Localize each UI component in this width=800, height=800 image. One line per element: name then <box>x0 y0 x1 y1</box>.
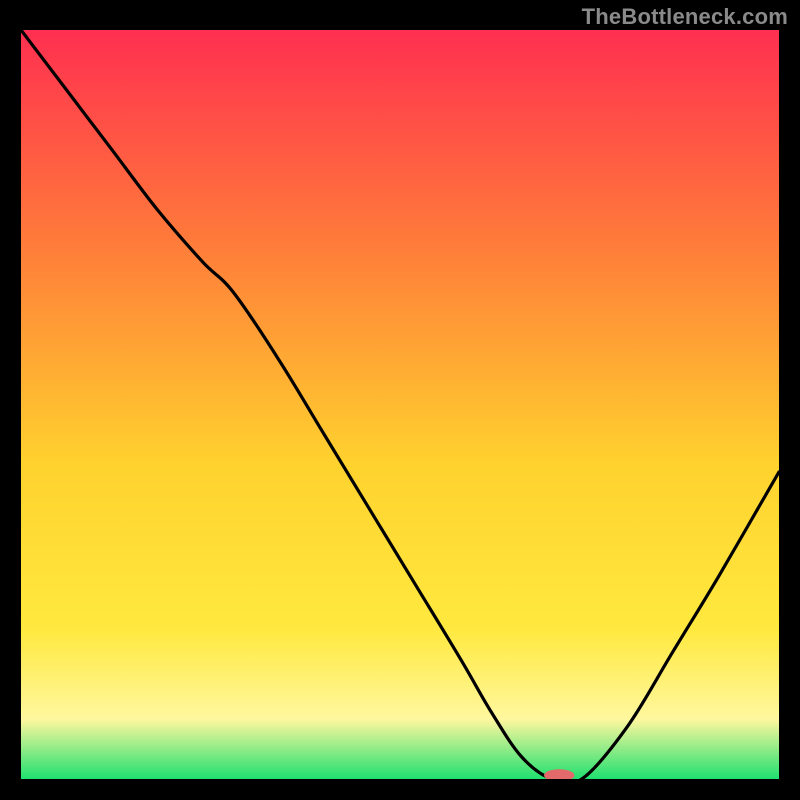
plot-area <box>21 30 779 779</box>
chart-frame: TheBottleneck.com <box>0 0 800 800</box>
bottleneck-chart <box>21 30 779 779</box>
watermark-text: TheBottleneck.com <box>582 4 788 30</box>
